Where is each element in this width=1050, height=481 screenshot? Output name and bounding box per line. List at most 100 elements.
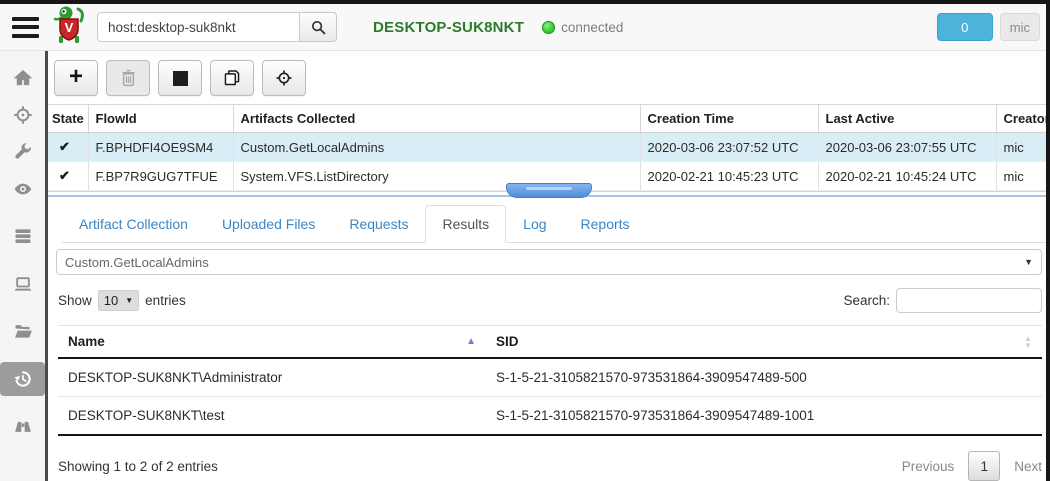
flows-col-state[interactable]: State — [48, 105, 88, 133]
sidebar-item-server-dashboard[interactable] — [0, 219, 45, 253]
result-row[interactable]: DESKTOP-SUK8NKT\Administrator S-1-5-21-3… — [58, 358, 1042, 397]
check-icon: ✔ — [55, 139, 70, 154]
tab-artifact-collection[interactable]: Artifact Collection — [62, 205, 205, 243]
entries-label: entries — [145, 293, 186, 308]
chevron-down-icon: ▼ — [125, 296, 133, 305]
results-table-controls: Show 10 ▼ entries Search: — [58, 288, 1042, 313]
main-content: + — [48, 51, 1050, 481]
eye-icon — [13, 179, 33, 199]
result-sid: S-1-5-21-3105821570-973531864-3909547489… — [486, 358, 1042, 397]
sidebar-item-server-artifacts[interactable] — [0, 135, 45, 169]
flows-col-last-active[interactable]: Last Active — [818, 105, 996, 133]
delete-flow-button[interactable] — [106, 60, 150, 96]
connected-label: connected — [561, 20, 623, 35]
previous-page-button[interactable]: Previous — [902, 459, 955, 474]
crosshairs-icon — [13, 105, 33, 125]
sidebar-item-host-information[interactable] — [0, 267, 45, 301]
next-page-button[interactable]: Next — [1014, 459, 1042, 474]
flow-creator: mic — [996, 133, 1050, 162]
server-icon — [13, 226, 33, 246]
sort-ascending-icon: ▲ — [466, 336, 476, 347]
table-search-label: Search: — [843, 293, 890, 308]
folder-open-icon — [13, 321, 33, 341]
flow-creator: mic — [996, 162, 1050, 191]
sidebar-item-collected-artifacts[interactable] — [0, 362, 45, 396]
new-collection-button[interactable]: + — [54, 60, 98, 96]
tab-requests[interactable]: Requests — [332, 205, 425, 243]
results-table: Name ▲ SID ▲▼ DESKTOP-SUK8NKT\Administra… — [58, 325, 1042, 436]
sidebar-item-home[interactable] — [0, 61, 45, 95]
flow-row-selected[interactable]: ✔ F.BPHDFI4OE9SM4 Custom.GetLocalAdmins … — [48, 133, 1050, 162]
flow-creation-time: 2020-02-21 10:45:23 UTC — [640, 162, 818, 191]
result-sid: S-1-5-21-3105821570-973531864-3909547489… — [486, 397, 1042, 436]
flows-col-creator[interactable]: Creator — [996, 105, 1050, 133]
flows-toolbar: + — [48, 51, 1050, 104]
sidebar-item-server-events[interactable] — [0, 172, 45, 206]
flow-id: F.BP7R9GUG7TFUE — [88, 162, 233, 191]
client-search — [97, 12, 337, 42]
user-menu-button[interactable]: mic — [1000, 13, 1040, 41]
pagination: Previous 1 Next — [902, 451, 1042, 481]
sidebar-item-search[interactable] — [0, 409, 45, 443]
search-icon — [311, 20, 326, 35]
results-col-sid[interactable]: SID ▲▼ — [486, 326, 1042, 359]
table-search-input[interactable] — [896, 288, 1042, 313]
copy-collection-button[interactable] — [210, 60, 254, 96]
artifact-result-select[interactable]: Custom.GetLocalAdmins ▼ — [56, 249, 1042, 275]
sidebar-item-virtual-filesystem[interactable] — [0, 314, 45, 348]
flow-id: F.BPHDFI4OE9SM4 — [88, 133, 233, 162]
page-1-button[interactable]: 1 — [968, 451, 1000, 481]
search-button[interactable] — [300, 12, 337, 42]
flow-detail-tabs: Artifact Collection Uploaded Files Reque… — [62, 205, 1050, 243]
show-label: Show — [58, 293, 92, 308]
flows-col-creation-time[interactable]: Creation Time — [640, 105, 818, 133]
page-size-value: 10 — [104, 293, 118, 308]
wrench-icon — [13, 142, 33, 162]
grip-icon — [526, 187, 572, 190]
plus-icon: + — [69, 67, 83, 87]
window-edge-right — [1046, 0, 1050, 481]
stop-icon — [173, 71, 188, 86]
window-edge-top — [0, 0, 1050, 4]
entries-summary: Showing 1 to 2 of 2 entries — [58, 459, 218, 474]
pane-splitter — [48, 191, 1050, 201]
create-hunt-button[interactable] — [262, 60, 306, 96]
flow-last-active: 2020-03-06 23:07:55 UTC — [818, 133, 996, 162]
nav-sidebar — [0, 51, 48, 481]
crosshairs-icon — [275, 69, 293, 87]
tab-log[interactable]: Log — [506, 205, 563, 243]
home-icon — [13, 68, 33, 88]
client-hostname[interactable]: DESKTOP-SUK8NKT — [373, 19, 524, 36]
tab-results[interactable]: Results — [425, 205, 506, 243]
results-col-name[interactable]: Name ▲ — [58, 326, 486, 359]
velociraptor-logo-icon[interactable]: V — [51, 5, 87, 50]
tab-uploaded-files[interactable]: Uploaded Files — [205, 205, 332, 243]
connection-status: connected — [542, 20, 623, 35]
flow-artifacts: Custom.GetLocalAdmins — [233, 133, 640, 162]
cancel-flow-button[interactable] — [158, 60, 202, 96]
tab-reports[interactable]: Reports — [564, 205, 647, 243]
sort-both-icon: ▲▼ — [1024, 335, 1032, 349]
connected-dot-icon — [542, 21, 555, 34]
binoculars-icon — [13, 416, 33, 436]
trash-icon — [120, 69, 137, 87]
result-name: DESKTOP-SUK8NKT\Administrator — [58, 358, 486, 397]
result-row[interactable]: DESKTOP-SUK8NKT\test S-1-5-21-3105821570… — [58, 397, 1042, 436]
flow-creation-time: 2020-03-06 23:07:52 UTC — [640, 133, 818, 162]
top-navbar: V DESKTOP-SUK8NKT connected 0 mic — [0, 4, 1050, 51]
results-header-row: Name ▲ SID ▲▼ — [58, 326, 1042, 359]
result-name: DESKTOP-SUK8NKT\test — [58, 397, 486, 436]
svg-text:V: V — [65, 20, 74, 35]
notification-count-button[interactable]: 0 — [937, 13, 993, 41]
history-icon — [13, 369, 33, 389]
client-search-input[interactable] — [97, 12, 300, 42]
chevron-down-icon: ▼ — [1024, 257, 1033, 267]
hamburger-menu-icon[interactable] — [12, 17, 39, 38]
flows-col-flowid[interactable]: FlowId — [88, 105, 233, 133]
page-size-select[interactable]: 10 ▼ — [98, 290, 139, 311]
splitter-drag-handle[interactable] — [506, 183, 592, 198]
selected-artifact: Custom.GetLocalAdmins — [65, 255, 209, 270]
sidebar-item-hunt-manager[interactable] — [0, 98, 45, 132]
flows-col-artifacts[interactable]: Artifacts Collected — [233, 105, 640, 133]
flows-table: State FlowId Artifacts Collected Creatio… — [48, 104, 1050, 191]
